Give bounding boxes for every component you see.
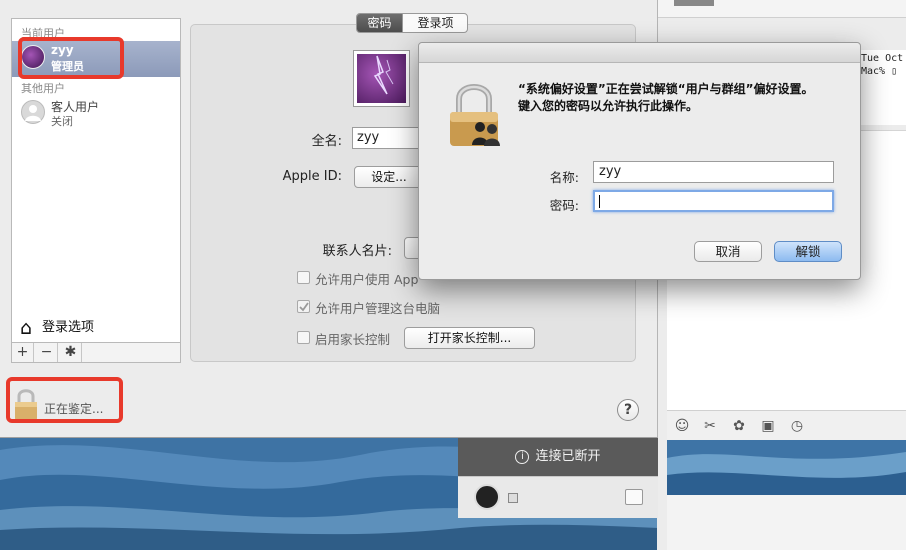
smiley-icon[interactable]: ☺ (674, 418, 690, 434)
status-indicator[interactable] (508, 493, 518, 503)
user-picture[interactable] (353, 50, 410, 107)
dialog-titlebar (419, 43, 860, 63)
terminal-line-2: Mac% ▯ (861, 66, 898, 77)
full-name-field[interactable]: zyy (352, 127, 422, 149)
help-button[interactable]: ? (617, 399, 639, 421)
gear-icon[interactable]: ✱ (60, 343, 82, 362)
info-icon: i (515, 449, 530, 464)
scissors-icon[interactable]: ✂ (702, 418, 718, 434)
connection-status-bar: i 连接已断开 (458, 438, 658, 476)
tab-bar: 密码 登录项 (356, 13, 468, 33)
parental-controls-label: 启用家长控制 (315, 332, 391, 347)
name-label: 名称: (549, 170, 579, 185)
chat-photo (667, 440, 906, 495)
other-users-header: 其他用户 (21, 82, 65, 95)
user-avatar[interactable] (474, 484, 500, 510)
contact-card-label: 联系人名片: (322, 244, 392, 259)
unlock-button[interactable]: 解锁 (774, 241, 842, 262)
highlight-lock-status (6, 377, 123, 423)
allow-apple-id-label: 允许用户使用 Apple ID 重设密码 (315, 272, 419, 287)
allow-admin-label: 允许用户管理这台电脑 (315, 301, 441, 316)
add-user-button[interactable]: + (12, 343, 34, 362)
chat-toolbar: ☺ ✂ ✿ ▣ ◷ (667, 410, 906, 440)
login-options-item[interactable]: ⌂ 登录选项 (20, 316, 94, 339)
user-item-guest[interactable]: 客人用户 关闭 (12, 96, 180, 132)
tab-login-items[interactable]: 登录项 (402, 14, 467, 32)
apple-id-label: Apple ID: (282, 169, 342, 184)
clock-icon[interactable]: ◷ (789, 418, 805, 434)
parental-controls-checkbox[interactable] (297, 331, 310, 344)
login-options-label: 登录选项 (42, 320, 95, 335)
house-icon: ⌂ (20, 316, 33, 339)
sticker-icon[interactable]: ✿ (731, 418, 747, 434)
open-parental-controls-button[interactable]: 打开家长控制... (404, 327, 535, 349)
padlock-users-icon (447, 79, 503, 151)
sidebar-button-bar: + − ✱ (11, 343, 181, 363)
chat-footer (667, 495, 906, 550)
image-icon[interactable]: ▣ (760, 418, 776, 434)
checkmark-icon (299, 302, 309, 312)
terminal-snippet: Tue Oct Mac% ▯ (856, 50, 906, 125)
allow-apple-id-checkbox[interactable] (297, 271, 310, 284)
text-cursor (599, 195, 600, 208)
full-name-label: 全名: (311, 134, 342, 149)
cancel-button[interactable]: 取消 (694, 241, 762, 262)
password-label: 密码: (549, 198, 579, 213)
lightning-image (357, 54, 406, 103)
guest-avatar-icon (21, 100, 45, 124)
dialog-message-line-2: 键入您的密码以允许执行此操作。 (518, 99, 699, 113)
guest-status: 关闭 (51, 115, 73, 128)
password-field[interactable] (593, 190, 834, 212)
highlight-user-item (18, 37, 124, 79)
name-field[interactable]: zyy (593, 161, 834, 183)
apple-id-set-button[interactable]: 设定... (354, 166, 424, 188)
dialog-message-line-1: “系统偏好设置”正在尝试解锁“用户与群组”偏好设置。 (518, 82, 814, 96)
dialog-message: “系统偏好设置”正在尝试解锁“用户与群组”偏好设置。 键入您的密码以允许执行此操… (518, 81, 848, 115)
terminal-line-1: Tue Oct (861, 53, 904, 64)
authentication-dialog: “系统偏好设置”正在尝试解锁“用户与群组”偏好设置。 键入您的密码以允许执行此操… (418, 42, 861, 280)
connection-status-text: 连接已断开 (535, 449, 601, 464)
allow-admin-checkbox[interactable] (297, 300, 310, 313)
tab-password[interactable]: 密码 (357, 14, 402, 32)
contact-card-icon[interactable] (625, 489, 643, 505)
chat-top-thumbnail (674, 0, 714, 6)
remove-user-button[interactable]: − (36, 343, 58, 362)
